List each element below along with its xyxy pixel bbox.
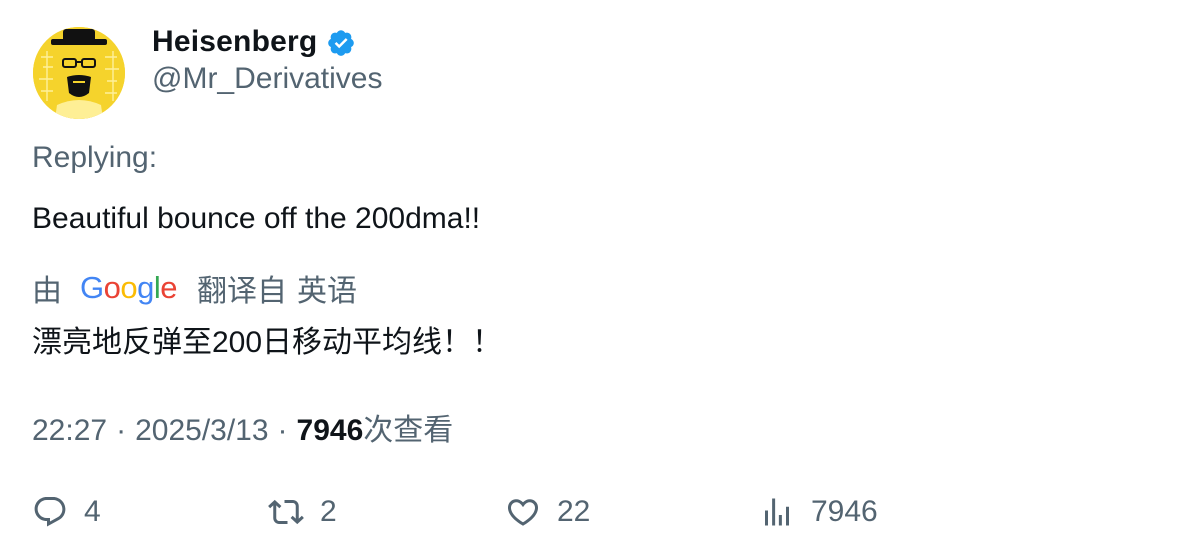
- retweet-icon: [268, 499, 304, 525]
- tweet-meta: 22:27 · 2025/3/13 · 7946 次查看: [32, 405, 453, 449]
- reply-icon: [34, 497, 66, 527]
- tweet: Heisenberg @Mr_Derivatives Replying: Bea…: [0, 0, 1196, 558]
- avatar[interactable]: [33, 27, 125, 119]
- translation-label: 翻译自: [197, 275, 288, 308]
- translation-attribution[interactable]: 由 Google 翻译自 英语: [32, 268, 357, 308]
- user-handle[interactable]: @Mr_Derivatives: [152, 62, 383, 96]
- tweet-text: Beautiful bounce off the 200dma!!: [32, 202, 481, 235]
- reply-button[interactable]: 4: [32, 490, 101, 534]
- heart-icon: [507, 499, 539, 526]
- like-count: 22: [557, 495, 591, 528]
- views-count: 7946: [296, 414, 364, 447]
- reply-count: 4: [84, 495, 101, 528]
- author-name-row[interactable]: Heisenberg: [152, 22, 356, 62]
- translation-language: 英语: [297, 275, 358, 308]
- views-action-count: 7946: [811, 495, 878, 528]
- tweet-time[interactable]: 22:27: [32, 414, 107, 448]
- meta-separator: ·: [277, 414, 288, 447]
- views-icon: [765, 498, 789, 526]
- views-button[interactable]: 7946: [759, 490, 878, 534]
- translation-prefix: 由: [32, 275, 62, 308]
- views-label: 次查看: [363, 414, 454, 447]
- tweet-date[interactable]: 2025/3/13: [135, 414, 268, 448]
- retweet-count: 2: [320, 495, 337, 528]
- avatar-heisenberg-icon: [33, 27, 125, 119]
- verified-badge-icon: [328, 30, 355, 56]
- translated-text: 漂亮地反弹至200日移动平均线！！: [32, 326, 503, 359]
- google-logo: Google: [80, 270, 178, 305]
- retweet-button[interactable]: 2: [268, 490, 337, 534]
- like-button[interactable]: 22: [505, 490, 590, 534]
- display-name[interactable]: Heisenberg: [152, 25, 317, 59]
- meta-separator: ·: [116, 414, 127, 447]
- replying-label: Replying:: [32, 141, 158, 174]
